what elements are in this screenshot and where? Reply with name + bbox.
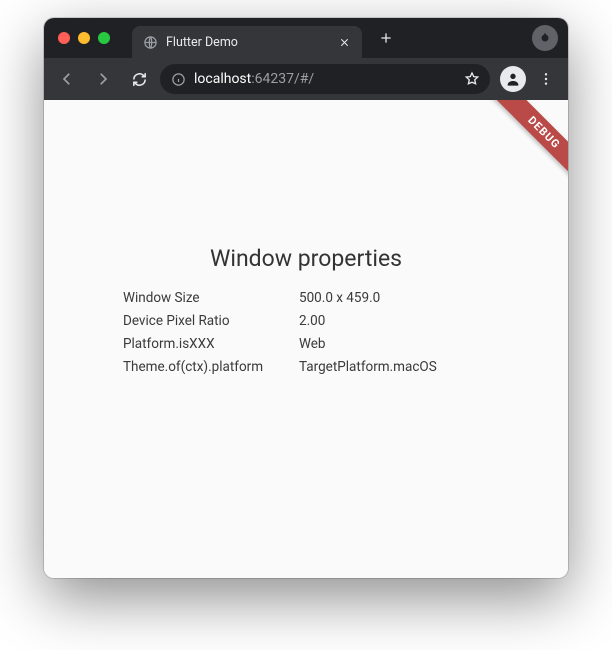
forward-button[interactable] — [88, 64, 118, 94]
site-info-icon[interactable] — [170, 71, 186, 87]
new-tab-button[interactable] — [374, 26, 398, 50]
url-host: localhost — [194, 71, 251, 87]
menu-button[interactable] — [532, 65, 560, 93]
browser-toolbar: localhost:64237/#/ — [44, 58, 568, 100]
properties-table: Window Size 500.0 x 459.0 Device Pixel R… — [123, 290, 489, 375]
prop-label: Theme.of(ctx).platform — [123, 359, 299, 375]
prop-value: 500.0 x 459.0 — [299, 290, 489, 306]
page-viewport: DEBUG Window properties Window Size 500.… — [44, 100, 568, 578]
prop-label: Platform.isXXX — [123, 336, 299, 352]
tab-title: Flutter Demo — [166, 35, 328, 50]
url-text: localhost:64237/#/ — [194, 71, 456, 87]
close-tab-button[interactable] — [336, 34, 352, 50]
prop-label: Window Size — [123, 290, 299, 306]
globe-icon — [142, 34, 158, 50]
browser-tab[interactable]: Flutter Demo — [132, 26, 362, 58]
reload-button[interactable] — [124, 64, 154, 94]
profile-button[interactable] — [500, 66, 526, 92]
url-rest: :64237/#/ — [251, 71, 314, 87]
bookmark-button[interactable] — [464, 71, 480, 87]
fullscreen-window-button[interactable] — [98, 32, 110, 44]
prop-value: TargetPlatform.macOS — [299, 359, 489, 375]
prop-label: Device Pixel Ratio — [123, 313, 299, 329]
browser-window: Flutter Demo — [44, 18, 568, 578]
window-controls — [58, 32, 110, 44]
prop-value: Web — [299, 336, 489, 352]
minimize-window-button[interactable] — [78, 32, 90, 44]
page-title: Window properties — [210, 245, 402, 272]
prop-value: 2.00 — [299, 313, 489, 329]
close-window-button[interactable] — [58, 32, 70, 44]
page-content: Window properties Window Size 500.0 x 45… — [44, 100, 568, 578]
incognito-toggle-button[interactable] — [532, 25, 558, 51]
address-bar[interactable]: localhost:64237/#/ — [160, 64, 490, 94]
back-button[interactable] — [52, 64, 82, 94]
tab-strip: Flutter Demo — [44, 18, 568, 58]
